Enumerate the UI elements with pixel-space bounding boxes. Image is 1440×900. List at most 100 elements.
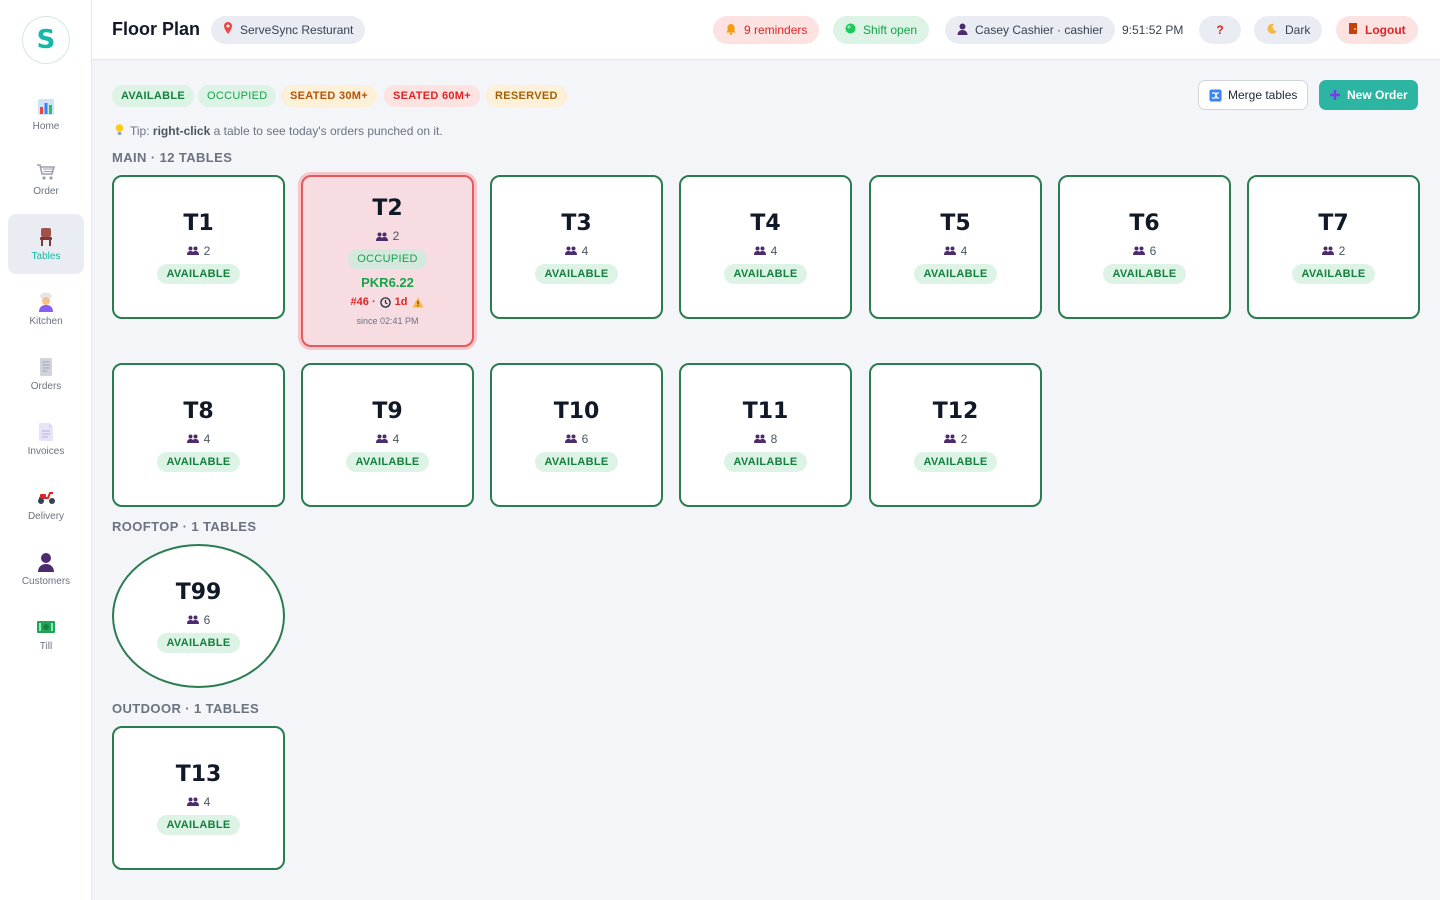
sidebar-item-order[interactable]: Order <box>8 149 84 209</box>
user-icon <box>957 23 968 38</box>
people-icon <box>753 434 766 443</box>
table-card-t1[interactable]: T1 2 AVAILABLE <box>112 175 285 319</box>
theme-label: Dark <box>1285 23 1311 37</box>
order-amount: PKR6.22 <box>361 275 414 290</box>
table-seats: 2 <box>375 229 399 243</box>
sidebar-item-label: Order <box>33 185 59 197</box>
table-seats: 2 <box>943 432 967 446</box>
sidebar-item-tables[interactable]: Tables <box>8 214 84 274</box>
table-card-t10[interactable]: T10 6 AVAILABLE <box>490 363 663 507</box>
scooter-icon <box>35 487 57 507</box>
shift-status[interactable]: Shift open <box>833 16 930 44</box>
status-badge: AVAILABLE <box>157 263 240 284</box>
restaurant-name: ServeSync Resturant <box>240 23 354 37</box>
app-logo[interactable]: S <box>22 16 70 64</box>
table-card-t2[interactable]: T2 2 OCCUPIED PKR6.22 #46 · 1d since 02:… <box>301 175 474 347</box>
sidebar-item-label: Delivery <box>27 510 65 522</box>
door-icon <box>1348 22 1358 38</box>
merge-tables-label: Merge tables <box>1228 88 1298 102</box>
chair-icon <box>35 227 57 247</box>
user-icon <box>35 552 57 572</box>
table-seats: 6 <box>186 613 210 627</box>
sidebar-item-kitchen[interactable]: Kitchen <box>8 279 84 339</box>
status-badge: AVAILABLE <box>535 451 618 472</box>
people-icon <box>1132 246 1145 255</box>
help-label: ? <box>1216 23 1224 37</box>
invoice-icon <box>35 422 57 442</box>
table-name: T13 <box>175 761 222 787</box>
user-menu[interactable]: Casey Cashier · cashier <box>945 16 1116 44</box>
table-seats: 4 <box>753 244 777 258</box>
people-icon <box>564 246 577 255</box>
status-badge: AVAILABLE <box>1292 263 1375 284</box>
section-title-outdoor: OUTDOOR · 1 TABLES <box>112 701 260 716</box>
table-card-t11[interactable]: T11 8 AVAILABLE <box>679 363 852 507</box>
logout-button[interactable]: Logout <box>1336 16 1418 44</box>
legend-occupied: OCCUPIED <box>198 85 277 107</box>
sidebar-item-label: Invoices <box>27 445 65 457</box>
table-card-t5[interactable]: T5 4 AVAILABLE <box>869 175 1042 319</box>
people-icon <box>186 615 199 624</box>
sidebar-item-home[interactable]: Home <box>8 84 84 144</box>
top-bar: Floor Plan ServeSync Resturant 9 reminde… <box>92 0 1440 60</box>
status-badge: AVAILABLE <box>346 451 429 472</box>
table-card-t3[interactable]: T3 4 AVAILABLE <box>490 175 663 319</box>
legend-seated-30: SEATED 30M+ <box>281 85 377 107</box>
table-seats: 6 <box>564 432 588 446</box>
table-card-t4[interactable]: T4 4 AVAILABLE <box>679 175 852 319</box>
restaurant-selector[interactable]: ServeSync Resturant <box>211 16 366 44</box>
legend-seated-60: SEATED 60M+ <box>384 85 480 107</box>
sidebar-item-till[interactable]: Till <box>8 604 84 664</box>
moon-icon <box>1266 23 1278 38</box>
table-card-t99[interactable]: T99 6 AVAILABLE <box>112 544 285 688</box>
clock: 9:51:52 PM <box>1122 23 1184 37</box>
table-seats: 2 <box>186 244 210 258</box>
order-number: #46 · <box>350 296 376 308</box>
status-badge: AVAILABLE <box>157 632 240 653</box>
new-order-button[interactable]: New Order <box>1319 80 1418 110</box>
logo-letter: S <box>36 25 56 55</box>
legend-available: AVAILABLE <box>112 85 195 107</box>
merge-icon <box>1209 89 1222 102</box>
table-card-t13[interactable]: T13 4 AVAILABLE <box>112 726 285 870</box>
bell-icon <box>725 23 737 38</box>
shift-label: Shift open <box>863 23 918 37</box>
table-name: T99 <box>175 579 222 605</box>
sidebar-item-invoices[interactable]: Invoices <box>8 409 84 469</box>
table-card-t6[interactable]: T6 6 AVAILABLE <box>1058 175 1231 319</box>
merge-tables-button[interactable]: Merge tables <box>1198 80 1309 110</box>
people-icon <box>186 797 199 806</box>
table-card-t9[interactable]: T9 4 AVAILABLE <box>301 363 474 507</box>
status-badge: AVAILABLE <box>1103 263 1186 284</box>
reminders-button[interactable]: 9 reminders <box>713 16 820 44</box>
table-card-t7[interactable]: T7 2 AVAILABLE <box>1247 175 1420 319</box>
sidebar-item-orders[interactable]: Orders <box>8 344 84 404</box>
status-badge: AVAILABLE <box>535 263 618 284</box>
people-icon <box>753 246 766 255</box>
table-card-t8[interactable]: T8 4 AVAILABLE <box>112 363 285 507</box>
table-name: T1 <box>183 210 214 236</box>
status-dot-icon <box>845 23 856 37</box>
bar-chart-icon <box>35 97 57 117</box>
help-button[interactable]: ? <box>1199 16 1241 44</box>
clock-icon <box>379 296 391 308</box>
sidebar-item-label: Home <box>32 120 60 132</box>
receipt-icon <box>35 357 57 377</box>
table-name: T4 <box>750 210 781 236</box>
sidebar-item-label: Till <box>39 640 53 652</box>
people-icon <box>564 434 577 443</box>
theme-toggle[interactable]: Dark <box>1254 16 1323 44</box>
people-icon <box>186 434 199 443</box>
cash-icon <box>35 617 57 637</box>
sidebar-item-delivery[interactable]: Delivery <box>8 474 84 534</box>
table-name: T8 <box>183 398 214 424</box>
table-name: T7 <box>1318 210 1349 236</box>
table-card-t12[interactable]: T12 2 AVAILABLE <box>869 363 1042 507</box>
table-name: T12 <box>932 398 979 424</box>
order-meta: #46 · 1d <box>351 296 425 308</box>
reminders-label: 9 reminders <box>744 23 808 37</box>
sidebar-item-customers[interactable]: Customers <box>8 539 84 599</box>
people-icon <box>375 232 388 241</box>
table-name: T2 <box>372 196 403 221</box>
section-title-rooftop: ROOFTOP · 1 TABLES <box>112 519 257 534</box>
